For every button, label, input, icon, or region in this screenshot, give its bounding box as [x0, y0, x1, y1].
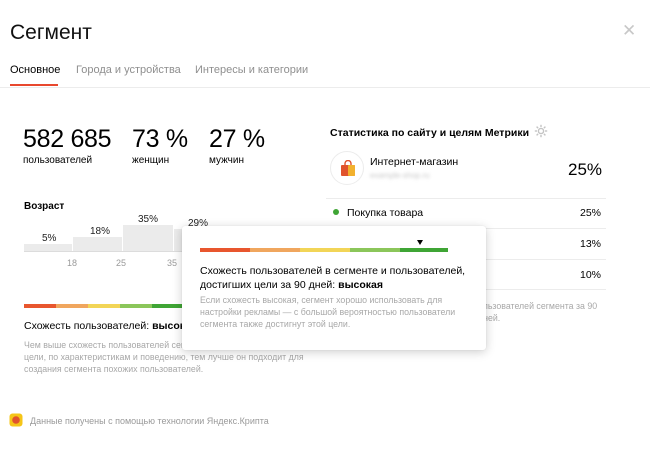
site-avatar: [330, 151, 364, 185]
similarity-scale-segment: [56, 304, 88, 308]
tooltip-scale-segment: [400, 248, 448, 252]
age-bar: [73, 237, 122, 252]
yandex-crypta-icon: [9, 413, 23, 427]
row-divider: [326, 198, 606, 199]
tab-main[interactable]: Основное: [10, 64, 60, 76]
tooltip-scale-segment: [350, 248, 400, 252]
age-title: Возраст: [24, 201, 65, 212]
gear-icon[interactable]: [534, 124, 548, 138]
shopping-bag-icon: [341, 160, 355, 176]
similarity-scale-segment: [120, 304, 152, 308]
similarity-summary: Схожесть пользователей: высокая: [24, 320, 182, 332]
users-label: пользователей: [23, 155, 93, 166]
goal-status-dot: [333, 209, 339, 215]
site-percent: 25%: [568, 160, 603, 179]
similarity-value: высокая: [152, 320, 182, 332]
tooltip-scale-segment: [200, 248, 250, 252]
goal-percent: 13%: [580, 238, 602, 250]
women-percent: 73 %: [132, 125, 188, 153]
close-icon[interactable]: ✕: [622, 22, 636, 39]
age-bar-label: 35%: [138, 214, 159, 225]
users-count: 582 685: [23, 125, 112, 153]
tooltip-value: высокая: [338, 279, 384, 291]
women-label: женщин: [132, 155, 170, 166]
similarity-level-marker: [417, 240, 423, 245]
age-tick: 18: [67, 258, 78, 268]
similarity-scale-segment: [88, 304, 120, 308]
similarity-scale-segment: [152, 304, 182, 308]
tab-interests-categories[interactable]: Интересы и категории: [195, 64, 308, 76]
dialog-title: Сегмент: [10, 21, 92, 44]
goal-name[interactable]: Покупка товара: [347, 207, 423, 219]
age-bar-label: 5%: [42, 233, 57, 244]
site-url: example-shop.ru: [370, 171, 430, 180]
similarity-label: Схожесть пользователей:: [24, 320, 153, 332]
tooltip-text: Схожесть пользователей в сегменте и поль…: [200, 264, 476, 292]
tooltip-scale-segment: [250, 248, 300, 252]
tooltip-text-main: Схожесть пользователей в сегменте и поль…: [200, 265, 466, 291]
men-label: мужчин: [209, 155, 244, 166]
goal-percent: 25%: [580, 207, 602, 219]
similarity-tooltip: Схожесть пользователей в сегменте и поль…: [182, 226, 486, 350]
metrika-description: ользователей сегмента за 90 дней.: [478, 301, 598, 323]
men-percent: 27 %: [209, 125, 265, 153]
age-tick: 25: [116, 258, 127, 268]
age-bar-label: 18%: [90, 226, 111, 237]
metrika-stats-title: Статистика по сайту и целям Метрики: [330, 127, 530, 139]
site-name: Интернет-магазин: [370, 156, 459, 168]
footer-text: Данные получены с помощью технологии Янд…: [30, 416, 269, 426]
age-tick: 35: [167, 258, 178, 268]
active-tab-indicator: [10, 84, 58, 86]
age-bar: [123, 225, 173, 252]
tooltip-scale-segment: [300, 248, 350, 252]
age-axis: [24, 251, 184, 252]
tooltip-description: Если схожесть высокая, сегмент хорошо ис…: [200, 295, 456, 329]
tabs-divider: [0, 87, 650, 88]
goal-percent: 10%: [580, 269, 602, 281]
similarity-scale-segment: [24, 304, 56, 308]
tab-cities-devices[interactable]: Города и устройства: [76, 64, 181, 76]
